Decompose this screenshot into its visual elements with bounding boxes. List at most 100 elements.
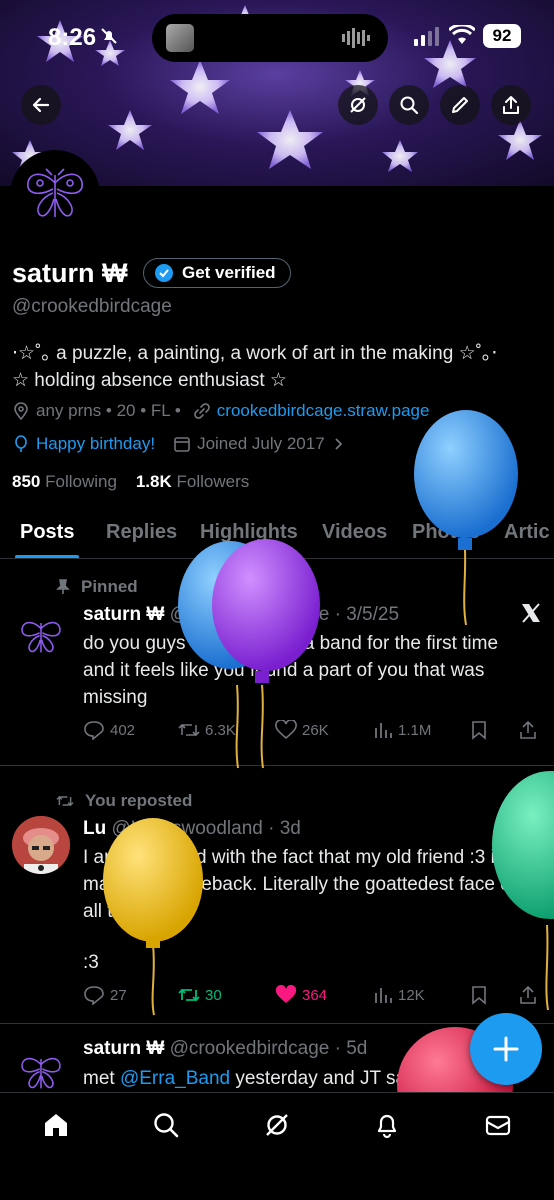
profile-location: any prns • 20 • FL • <box>36 401 181 420</box>
like-button[interactable]: 364 <box>275 985 327 1005</box>
search-icon[interactable] <box>152 1111 180 1139</box>
messages-envelope-icon[interactable] <box>484 1111 512 1139</box>
share-icon <box>503 96 519 114</box>
tweet-handle-date: @Lucaswoodland · 3d <box>111 818 301 839</box>
pencil-icon <box>452 97 468 113</box>
retweet-button[interactable]: 30 <box>178 985 222 1005</box>
birthday-balloon-icon <box>15 435 27 452</box>
search-icon <box>400 96 419 115</box>
followers-link[interactable]: 1.8K Followers <box>136 472 249 491</box>
wifi-icon <box>449 25 475 44</box>
retweet-icon <box>56 795 74 807</box>
get-verified-label: Get verified <box>182 263 276 282</box>
dynamic-island <box>152 14 388 62</box>
moth-logo-icon <box>21 621 61 653</box>
tweet-card[interactable]: Pinned saturn ₩ @crookedbirdcage · 3/5/2… <box>0 560 554 766</box>
verified-badge-icon <box>155 264 173 282</box>
active-tab-indicator <box>15 555 79 558</box>
tweet-header: saturn ₩ @crookedbirdcage · 5d <box>83 1038 367 1060</box>
now-playing-thumbnail <box>166 24 194 52</box>
grok-icon <box>350 97 366 113</box>
bookmark-icon[interactable] <box>470 720 488 740</box>
reply-button[interactable]: 402 <box>83 720 135 740</box>
tweet-author-name[interactable]: saturn ₩ <box>83 604 164 625</box>
profile-avatar[interactable] <box>10 150 100 240</box>
edit-button[interactable] <box>440 85 480 125</box>
tab-photos[interactable]: Photos <box>412 521 480 544</box>
profile-dates-row: Happy birthday! Joined July 2017 <box>12 434 345 454</box>
heart-filled-icon <box>275 985 297 1003</box>
profile-website-link[interactable]: crookedbirdcage.straw.page <box>217 401 430 421</box>
profile-meta-row: any prns • 20 • FL • crookedbirdcage.str… <box>12 401 429 421</box>
moth-logo-icon <box>21 1057 61 1089</box>
bar-chart-icon <box>375 988 392 1003</box>
birthday-link[interactable]: Happy birthday! <box>36 434 155 454</box>
battery-indicator: 92 <box>483 24 521 48</box>
retweet-icon <box>178 723 200 737</box>
get-verified-button[interactable]: Get verified <box>143 258 291 288</box>
share-icon[interactable] <box>518 720 538 740</box>
tweet-text: do you guys ever listen to a band for th… <box>83 633 499 708</box>
tweet-header: saturn ₩ @crookedbirdcage · 3/5/25 <box>83 604 399 626</box>
reply-button[interactable]: 27 <box>83 985 127 1005</box>
cell-signal-icon <box>414 27 439 46</box>
views-button[interactable]: 12K <box>373 985 425 1005</box>
back-button[interactable] <box>21 85 61 125</box>
profile-tabs: Posts Replies Highlights Videos Photos A… <box>0 517 554 559</box>
tweet-avatar[interactable] <box>12 816 70 874</box>
tweet-author-name[interactable]: saturn ₩ <box>83 1038 164 1059</box>
moth-logo-icon <box>27 168 83 217</box>
x-logo-icon <box>522 603 540 623</box>
tab-posts[interactable]: Posts <box>20 521 74 544</box>
tab-videos[interactable]: Videos <box>322 521 387 544</box>
retweet-button[interactable]: 6.3K <box>178 720 236 740</box>
tweet-handle-date: @crookedbirdcage · 3/5/25 <box>169 604 400 625</box>
bookmark-icon[interactable] <box>470 985 488 1005</box>
status-time: 8:26 <box>48 24 97 51</box>
mention-link[interactable]: @Erra_Band <box>120 1068 230 1089</box>
tweet-text: met @Erra_Band yesterday and JT said he … <box>83 1068 492 1089</box>
following-link[interactable]: 850 Following <box>12 472 117 491</box>
tweet-text: I am obsessed with the fact that my old … <box>83 847 517 922</box>
tab-replies[interactable]: Replies <box>106 521 177 544</box>
share-icon[interactable] <box>518 985 538 1005</box>
grok-icon[interactable] <box>263 1111 291 1139</box>
bio-line-2: ☆ holding absence enthusiast ☆ <box>12 370 287 391</box>
tweet-handle-date: @crookedbirdcage · 5d <box>169 1038 368 1059</box>
tab-articles[interactable]: Artic <box>504 521 550 544</box>
profile-bio: ⋅☆˚｡ a puzzle, a painting, a work of art… <box>12 340 552 394</box>
share-button[interactable] <box>491 85 531 125</box>
tweet-author-name[interactable]: Lu <box>83 818 106 839</box>
grok-button[interactable] <box>338 85 378 125</box>
retweet-icon <box>178 988 200 1002</box>
tab-highlights[interactable]: Highlights <box>200 521 298 544</box>
notifications-bell-icon[interactable] <box>373 1111 401 1139</box>
search-button[interactable] <box>389 85 429 125</box>
reply-icon <box>84 986 104 1005</box>
bar-chart-icon <box>375 723 392 738</box>
profile-name: saturn ₩ <box>12 258 128 288</box>
like-button[interactable]: 26K <box>275 720 329 740</box>
bottom-nav <box>0 1092 554 1200</box>
bio-line-1: ⋅☆˚｡ a puzzle, a painting, a work of art… <box>12 343 498 364</box>
heart-icon <box>275 720 297 740</box>
arrow-left-icon <box>32 97 50 113</box>
reposted-label: You reposted <box>55 791 192 811</box>
tweet-card[interactable]: You reposted Lu @Lucaswoodland · 3d I am… <box>0 766 554 1024</box>
chevron-right-icon[interactable] <box>331 437 345 451</box>
views-button[interactable]: 1.1M <box>373 720 431 740</box>
calendar-icon <box>174 437 190 452</box>
home-icon[interactable] <box>42 1111 70 1139</box>
tweet-avatar[interactable] <box>12 608 70 666</box>
user-photo-icon <box>12 816 70 874</box>
profile-handle: @crookedbirdcage <box>12 296 172 317</box>
pinned-label: Pinned <box>55 577 138 597</box>
audio-wave-icon <box>342 28 370 48</box>
link-icon <box>193 403 210 419</box>
compose-post-button[interactable] <box>470 1013 542 1085</box>
follow-counts: 850 Following 1.8K Followers <box>12 472 249 492</box>
plus-icon <box>493 1036 519 1062</box>
location-pin-icon <box>14 402 28 420</box>
reply-icon <box>84 721 104 740</box>
tweet-text-extra: :3 <box>83 952 99 973</box>
